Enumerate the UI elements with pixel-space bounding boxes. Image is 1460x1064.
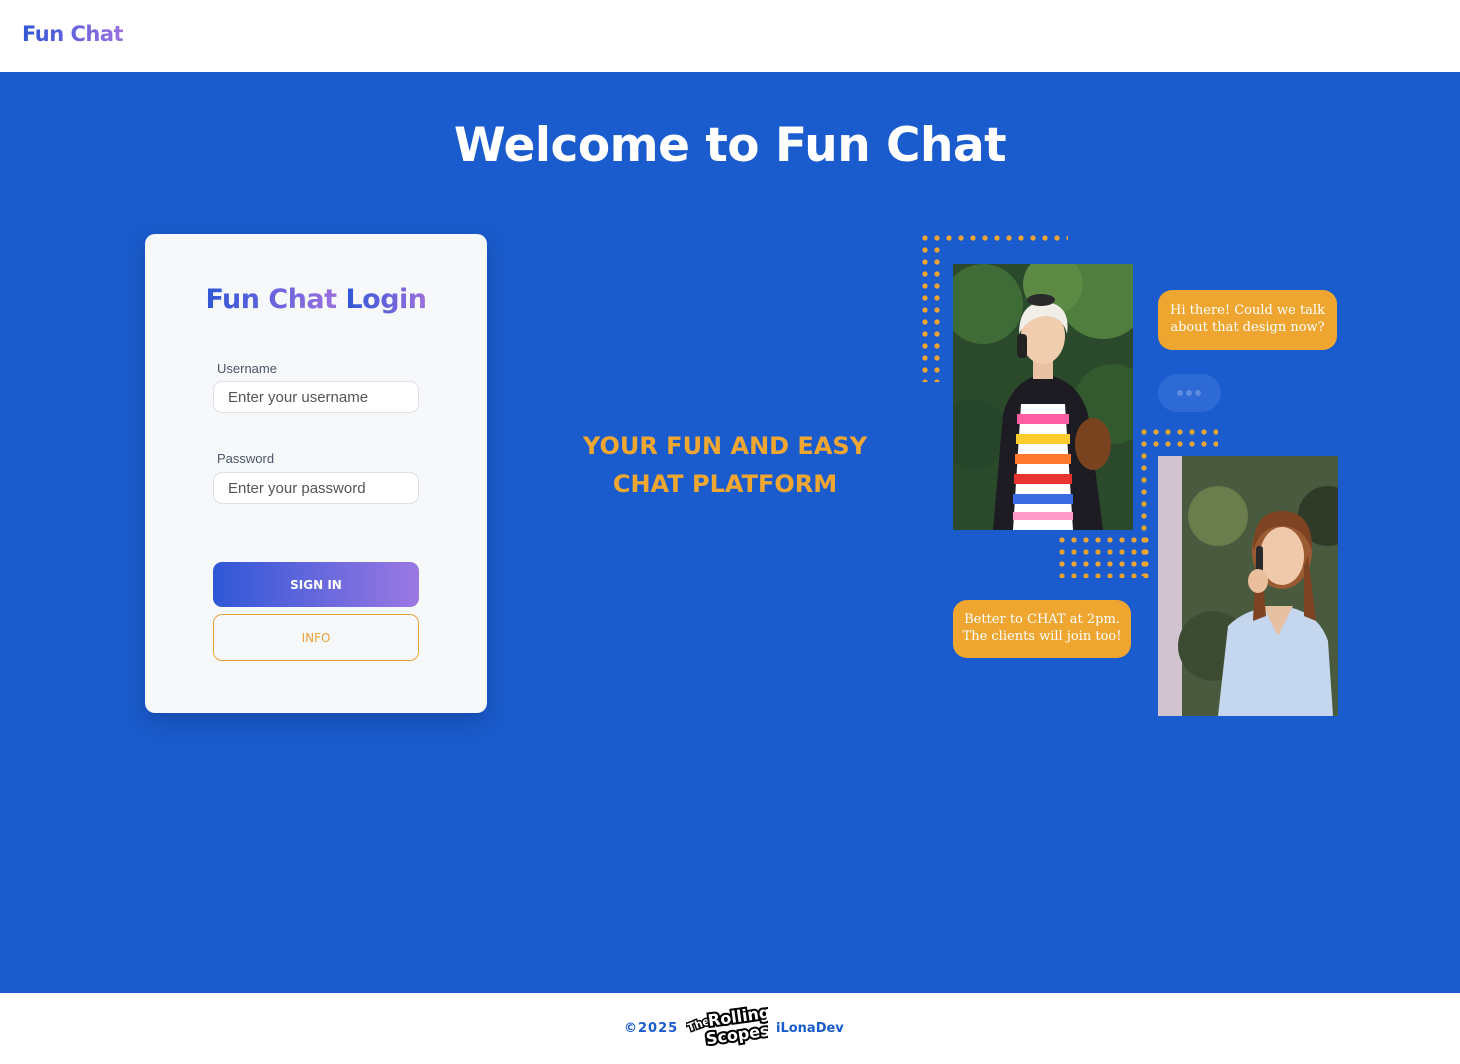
tagline-line-1: YOUR FUN AND EASY xyxy=(582,432,868,460)
main-section: Welcome to Fun Chat Fun Chat Login Usern… xyxy=(0,72,1460,993)
chat-bubble-top: Hi there! Could we talk about that desig… xyxy=(1158,290,1337,350)
login-title-brand: Fun Chat xyxy=(205,284,337,315)
dot-pattern-bottom xyxy=(1056,532,1152,578)
typing-dot xyxy=(1186,390,1192,396)
password-label: Password xyxy=(217,451,275,466)
chat-bubble-bottom-line-1: Better to CHAT at 2pm. xyxy=(964,612,1120,627)
sign-in-button[interactable]: SIGN IN xyxy=(213,562,419,607)
chat-bubble-top-line-2: about that design now? xyxy=(1170,320,1325,335)
photo-woman-brunette xyxy=(1158,456,1338,716)
login-title: Fun Chat Login xyxy=(145,284,487,315)
copyright-text: ©2025 xyxy=(624,1021,679,1036)
app-logo[interactable]: Fun Chat xyxy=(22,22,124,46)
password-input[interactable] xyxy=(213,472,419,504)
photo-woman-blonde xyxy=(953,264,1133,530)
chat-bubble-top-line-1: Hi there! Could we talk xyxy=(1170,303,1325,318)
typing-dot xyxy=(1177,390,1183,396)
username-input[interactable] xyxy=(213,381,419,413)
login-title-word: Login xyxy=(345,284,427,315)
typing-indicator xyxy=(1158,374,1221,412)
login-card: Fun Chat Login Username Password SIGN IN… xyxy=(145,234,487,713)
tagline-line-2: CHAT PLATFORM xyxy=(612,470,838,498)
app-footer: ©2025 The The Rolling Rolling Scopes Sco… xyxy=(0,993,1460,1064)
username-label: Username xyxy=(217,361,277,376)
typing-dot xyxy=(1195,390,1201,396)
info-button[interactable]: INFO xyxy=(213,614,419,661)
author-link[interactable]: iLonaDev xyxy=(776,1021,844,1036)
rolling-scopes-logo[interactable]: The The Rolling Rolling Scopes Scopes xyxy=(686,1005,768,1047)
app-header: Fun Chat xyxy=(0,0,1460,72)
chat-bubble-bottom-line-2: The clients will join too! xyxy=(962,629,1122,644)
tagline: YOUR FUN AND EASY CHAT PLATFORM xyxy=(560,427,890,503)
page-title: Welcome to Fun Chat xyxy=(453,118,1007,173)
chat-bubble-bottom: Better to CHAT at 2pm. The clients will … xyxy=(953,600,1131,658)
